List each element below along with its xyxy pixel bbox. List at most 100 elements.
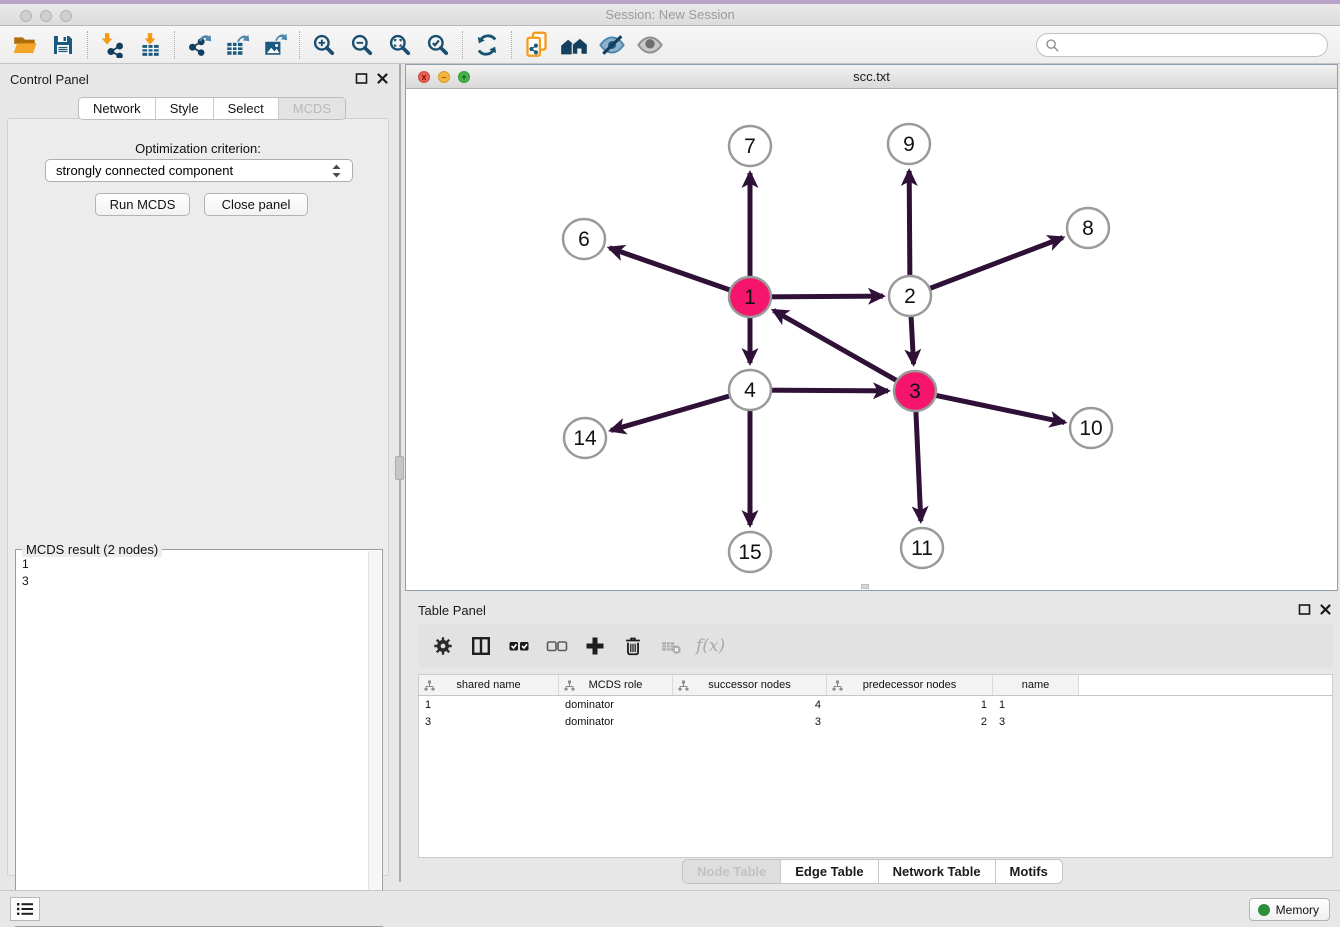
create-column-button[interactable]	[580, 631, 610, 661]
zoom-in-button[interactable]	[305, 29, 343, 61]
tab-select[interactable]: Select	[214, 98, 279, 119]
network-file-title: scc.txt	[406, 69, 1337, 84]
cell-mcds-role[interactable]: dominator	[559, 716, 673, 728]
edge-1-6[interactable]	[609, 248, 750, 297]
table-row[interactable]: 3 dominator 3 2 3	[419, 713, 1332, 730]
cell-successor-nodes[interactable]: 3	[673, 716, 827, 728]
graph-node-9[interactable]: 9	[888, 124, 930, 164]
float-table-panel-icon[interactable]	[1298, 603, 1311, 616]
table-settings-button[interactable]	[428, 631, 458, 661]
tab-node-table[interactable]: Node Table	[683, 860, 781, 883]
tab-edge-table[interactable]: Edge Table	[781, 860, 878, 883]
share-network-file-button[interactable]	[517, 29, 555, 61]
table-tabs: Node Table Edge Table Network Table Moti…	[682, 859, 1063, 884]
search-field[interactable]	[1036, 33, 1328, 57]
tab-mcds[interactable]: MCDS	[279, 98, 345, 119]
select-all-rows-button[interactable]	[504, 631, 534, 661]
cell-name[interactable]: 3	[993, 716, 1079, 728]
panel-divider-handle[interactable]	[395, 456, 404, 480]
edge-2-8[interactable]	[910, 238, 1063, 296]
svg-text:8: 8	[1082, 217, 1094, 240]
home-networks-button[interactable]	[555, 29, 593, 61]
toolbar-separator	[174, 31, 175, 59]
column-header-predecessor-nodes[interactable]: predecessor nodes	[827, 675, 993, 695]
tab-network-table[interactable]: Network Table	[879, 860, 996, 883]
memory-status-icon	[1258, 904, 1270, 916]
run-mcds-button[interactable]: Run MCDS	[95, 193, 190, 216]
graph-node-11[interactable]: 11	[901, 528, 943, 568]
fx-icon: f(x)	[694, 636, 725, 656]
cell-successor-nodes[interactable]: 4	[673, 699, 827, 711]
column-header-name[interactable]: name	[993, 675, 1079, 695]
graph-node-10[interactable]: 10	[1070, 408, 1112, 448]
svg-text:14: 14	[573, 427, 597, 450]
zoom-selected-button[interactable]	[419, 29, 457, 61]
close-table-panel-icon[interactable]	[1319, 603, 1332, 616]
share-network-file-icon	[523, 31, 550, 58]
mcds-result-scrollbar[interactable]	[368, 551, 381, 925]
show-columns-button[interactable]	[466, 631, 496, 661]
function-builder-button[interactable]: f(x)	[694, 631, 725, 661]
import-network-button[interactable]	[93, 29, 131, 61]
save-floppy-icon	[51, 33, 75, 57]
window-resize-handle[interactable]	[861, 584, 869, 589]
delete-column-button[interactable]	[656, 631, 686, 661]
column-header-shared-name[interactable]: shared name	[419, 675, 559, 695]
node-table: shared name MCDS role successor nodes pr…	[418, 674, 1333, 858]
optimization-criterion-label: Optimization criterion:	[8, 141, 388, 156]
deselect-all-rows-button[interactable]	[542, 631, 572, 661]
column-header-mcds-role[interactable]: MCDS role	[559, 675, 673, 695]
graph-node-14[interactable]: 14	[564, 418, 606, 458]
export-image-button[interactable]	[256, 29, 294, 61]
delete-rows-button[interactable]	[618, 631, 648, 661]
toolbar-separator	[299, 31, 300, 59]
mcds-result-line: 3	[22, 573, 29, 590]
tab-network[interactable]: Network	[79, 98, 156, 119]
float-panel-icon[interactable]	[355, 72, 368, 85]
cell-name[interactable]: 1	[993, 699, 1079, 711]
zoom-fit-icon	[387, 32, 413, 58]
graph-node-6[interactable]: 6	[563, 219, 605, 259]
close-panel-button[interactable]: Close panel	[204, 193, 308, 216]
zoom-fit-button[interactable]	[381, 29, 419, 61]
table-row[interactable]: 1 dominator 4 1 1	[419, 696, 1332, 713]
graph-node-4[interactable]: 4	[729, 370, 771, 410]
zoom-out-button[interactable]	[343, 29, 381, 61]
search-input[interactable]	[1060, 38, 1310, 52]
graph-node-1[interactable]: 1	[729, 277, 771, 317]
table-toolbar: f(x)	[418, 624, 1333, 668]
cell-predecessor-nodes[interactable]: 2	[827, 716, 993, 728]
tab-motifs[interactable]: Motifs	[996, 860, 1062, 883]
cell-shared-name[interactable]: 1	[419, 699, 559, 711]
open-session-button[interactable]	[6, 29, 44, 61]
eye-icon	[636, 31, 664, 59]
network-canvas[interactable]: 7 9 6 8 1 2 4 3 14 10 15 11	[406, 89, 1337, 590]
graph-node-3[interactable]: 3	[894, 371, 936, 411]
memory-button[interactable]: Memory	[1249, 898, 1330, 921]
import-table-button[interactable]	[131, 29, 169, 61]
graph-node-15[interactable]: 15	[729, 532, 771, 572]
graph-node-8[interactable]: 8	[1067, 208, 1109, 248]
tab-style[interactable]: Style	[156, 98, 214, 119]
criterion-dropdown[interactable]: strongly connected component	[45, 159, 353, 182]
graph-node-7[interactable]: 7	[729, 126, 771, 166]
graph-node-2[interactable]: 2	[889, 276, 931, 316]
hide-selected-button[interactable]	[593, 29, 631, 61]
cell-predecessor-nodes[interactable]: 1	[827, 699, 993, 711]
export-network-button[interactable]	[180, 29, 218, 61]
cell-mcds-role[interactable]: dominator	[559, 699, 673, 711]
refresh-button[interactable]	[468, 29, 506, 61]
show-all-button[interactable]	[631, 29, 669, 61]
network-window-titlebar[interactable]: x – + scc.txt	[406, 65, 1337, 89]
close-panel-icon[interactable]	[376, 72, 389, 85]
edge-3-1[interactable]	[773, 310, 915, 391]
column-header-successor-nodes[interactable]: successor nodes	[673, 675, 827, 695]
edge-3-10[interactable]	[915, 391, 1065, 422]
status-bar: Memory	[0, 890, 1340, 926]
save-session-button[interactable]	[44, 29, 82, 61]
export-table-button[interactable]	[218, 29, 256, 61]
task-history-button[interactable]	[10, 897, 40, 921]
titlebar-accent-strip	[0, 0, 1340, 4]
export-network-icon	[186, 32, 212, 58]
cell-shared-name[interactable]: 3	[419, 716, 559, 728]
